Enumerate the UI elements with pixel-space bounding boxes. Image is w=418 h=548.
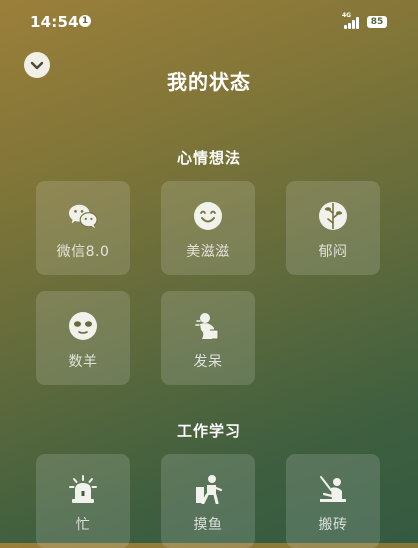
network-type: 4G [342,12,352,19]
battery-icon: 85 [367,16,387,28]
work-grid: 忙 摸鱼 搬砖 [36,454,380,548]
status-tile-wechat[interactable]: 微信8.0 [36,181,130,275]
mood-grid: 微信8.0 美滋滋 郁闷 数羊 发呆 [36,181,380,385]
siren-icon [68,474,98,504]
tile-label: 忙 [75,517,91,533]
status-tile-brick-moving[interactable]: 搬砖 [286,454,380,548]
notification-badge: 1 [79,15,91,27]
tile-label: 发呆 [193,354,223,370]
slacking-person-icon [193,474,223,504]
tile-label: 摸鱼 [193,517,223,533]
status-tile-gloomy[interactable]: 郁闷 [286,181,380,275]
sheep-face-icon [68,311,98,341]
status-bar: 14:54 1 4G 85 [0,0,418,44]
smile-face-icon [193,201,223,231]
tile-label: 郁闷 [318,244,348,260]
status-tile-daze[interactable]: 发呆 [161,291,255,385]
signal-icon: 4G [342,12,362,29]
status-tile-happy[interactable]: 美滋滋 [161,181,255,275]
wechat-icon [68,201,98,231]
tile-label: 搬砖 [318,517,348,533]
status-tile-busy[interactable]: 忙 [36,454,130,548]
status-time: 14:54 [30,13,79,31]
section-title-work: 工作学习 [176,422,241,440]
section-title-mood: 心情想法 [176,149,241,167]
gloomy-face-icon [318,201,348,231]
page-title: 我的状态 [167,70,251,94]
status-tile-counting-sheep[interactable]: 数羊 [36,291,130,385]
status-tile-slacking[interactable]: 摸鱼 [161,454,255,548]
tile-label: 数羊 [68,354,98,370]
tile-label: 美滋滋 [186,244,230,260]
daze-person-icon [193,311,223,341]
brick-worker-icon [318,474,348,504]
tile-label: 微信8.0 [56,244,110,260]
